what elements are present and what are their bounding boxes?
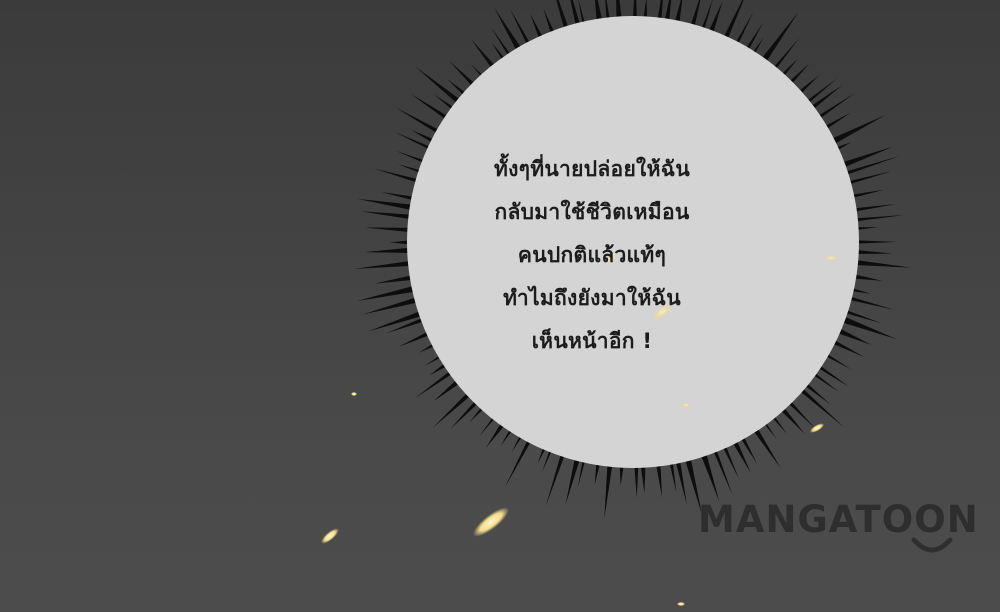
ember [351,392,357,396]
watermark-text: MANGATOON [698,498,979,541]
speech-line: เห็นหน้าอีก ! [531,329,653,353]
speech-line: ทั้งๆที่นายปล่อยให้ฉัน [493,157,691,181]
ember [677,602,685,606]
speech-line: ทำไมถึงยังมาให้ฉัน [503,286,681,310]
ember [809,423,825,433]
speech-line: กลับมาใช้ชีวิตเหมือน [494,200,690,224]
ember [473,507,509,537]
smile-icon [911,537,953,553]
speech-bubble-text: ทั้งๆที่นายปล่อยให้ฉัน กลับมาใช้ชีวิตเหม… [432,148,752,363]
ember [824,255,838,261]
ember [682,403,690,407]
speech-line: คนปกติแล้วแท้ๆ [517,243,667,267]
mangatoon-watermark: MANGATOON [698,498,998,568]
ember [321,528,339,544]
